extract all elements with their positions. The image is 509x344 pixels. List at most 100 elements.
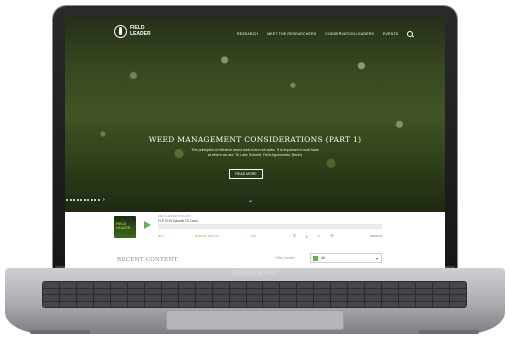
hero-description: The principles of effective weed control… — [145, 148, 365, 158]
keyboard-key — [161, 301, 178, 307]
nav-item-meet-the-researchers[interactable]: MEET THE RESEARCHERS — [267, 32, 316, 36]
recent-content-title: RECENT CONTENT — [117, 257, 178, 263]
keyboard-key — [331, 288, 348, 294]
keyboard-key — [297, 301, 314, 307]
slider-dot[interactable] — [80, 199, 82, 201]
slider-dot[interactable] — [83, 199, 86, 201]
filter-content-select[interactable]: All ▾ — [310, 253, 382, 263]
keyboard-key — [43, 288, 59, 294]
keyboard-key — [76, 288, 93, 294]
slider-dot[interactable] — [90, 199, 93, 201]
logo-text: FIELD LEADER — [130, 25, 151, 37]
keyboard-key — [59, 288, 76, 294]
recent-content-bar: RECENT CONTENT Filter Content All ▾ — [65, 243, 445, 268]
keyboard-key — [433, 282, 450, 288]
keyboard-key — [433, 288, 450, 294]
slider-dot[interactable] — [76, 199, 79, 201]
keyboard — [42, 281, 467, 308]
keyboard-key — [246, 288, 263, 294]
keyboard-key — [127, 282, 144, 288]
keyboard-key — [93, 288, 110, 294]
keyboard-key — [314, 282, 331, 288]
keyboard-key — [110, 295, 127, 301]
keyboard-key — [229, 295, 246, 301]
nav-item-events[interactable]: EVENTS — [383, 32, 398, 36]
keyboard-key — [399, 282, 416, 288]
keyboard-key — [144, 301, 161, 307]
keyboard-key — [59, 301, 76, 307]
keyboard-key — [382, 295, 399, 301]
keyboard-key — [195, 295, 212, 301]
slider-dot[interactable] — [69, 199, 72, 201]
keyboard-key — [416, 282, 433, 288]
download-icon[interactable]: ⤓ — [306, 233, 308, 238]
keyboard-key — [43, 282, 59, 288]
keyboard-key — [43, 295, 59, 301]
search-icon[interactable] — [407, 31, 414, 37]
keyboard-key — [263, 288, 280, 294]
podcast-cover-image: FIELD LEADER — [114, 216, 136, 238]
keyboard-key — [195, 301, 212, 307]
keyboard-key — [348, 301, 365, 307]
keyboard-key — [416, 295, 433, 301]
keyboard-key — [365, 282, 382, 288]
keyboard-key — [450, 301, 466, 307]
keyboard-key — [297, 295, 314, 301]
playback-speed[interactable]: 1.0X — [250, 234, 256, 238]
keyboard-key — [110, 288, 127, 294]
keyboard-key — [297, 282, 314, 288]
audio-waveform-scrubber[interactable] — [158, 224, 382, 229]
player-controls: 00:? 00:00:00 / 00:17:11 1.0X ↺ ⤓ ‹› ⟳ R… — [158, 233, 383, 238]
keyboard-key — [76, 301, 93, 307]
play-icon[interactable] — [144, 221, 151, 229]
site-logo[interactable]: FIELD LEADER — [114, 25, 151, 38]
laptop-foot-left — [30, 330, 90, 334]
keyboard-key — [297, 288, 314, 294]
keyboard-key — [43, 301, 59, 307]
slider-dot[interactable] — [97, 199, 100, 201]
player-brand: REDPLAY — [370, 233, 384, 238]
keyboard-key — [382, 282, 399, 288]
time-display: 00:00:00 / 00:17:11 — [194, 233, 219, 238]
slider-dot[interactable] — [66, 199, 68, 201]
keyboard-key — [348, 282, 365, 288]
slider-dot[interactable] — [94, 199, 96, 201]
keyboard-key — [450, 295, 466, 301]
keyboard-key — [127, 288, 144, 294]
keyboard-key — [365, 301, 382, 307]
keyboard-key — [416, 301, 433, 307]
keyboard-key — [76, 282, 93, 288]
keyboard-key — [229, 288, 246, 294]
read-more-button[interactable]: READ MORE — [229, 169, 263, 179]
nav-item-research[interactable]: RESEARCH — [237, 32, 258, 36]
keyboard-key — [382, 288, 399, 294]
rewind-icon[interactable]: ↺ — [293, 233, 296, 238]
episode-title: FLP 2019 Episode 15, Dave — [158, 219, 198, 223]
keyboard-key — [331, 282, 348, 288]
nav-item-conservation-leaders[interactable]: CONSERVATION LEADERS — [325, 32, 374, 36]
keyboard-key — [263, 282, 280, 288]
slider-dot[interactable] — [87, 199, 89, 201]
hero-title: WEED MANAGEMENT CONSIDERATIONS (PART 1) — [148, 135, 362, 144]
main-nav: RESEARCH MEET THE RESEARCHERS CONSERVATI… — [237, 31, 414, 37]
keyboard-key — [178, 282, 195, 288]
slider-dot[interactable] — [73, 199, 75, 201]
keyboard-key — [433, 295, 450, 301]
share-icon[interactable]: ⟳ — [330, 233, 333, 238]
trackpad — [166, 310, 344, 330]
embed-icon[interactable]: ‹› — [318, 233, 321, 238]
keyboard-key — [212, 282, 229, 288]
slider-next-icon[interactable]: › — [103, 198, 105, 203]
keyboard-key — [59, 295, 76, 301]
keyboard-key — [76, 295, 93, 301]
keyboard-key — [144, 282, 161, 288]
keyboard-key — [212, 288, 229, 294]
keyboard-key — [314, 295, 331, 301]
device-brand-label: MacBook Pro — [232, 270, 277, 277]
podcast-cover-text: FIELD LEADER — [116, 222, 130, 231]
filter-color-swatch — [313, 255, 318, 261]
keyboard-key — [93, 301, 110, 307]
scroll-down-chevron-icon[interactable]: ⌄ — [248, 197, 253, 204]
slider-pagination[interactable]: › — [66, 198, 105, 203]
keyboard-key — [144, 295, 161, 301]
